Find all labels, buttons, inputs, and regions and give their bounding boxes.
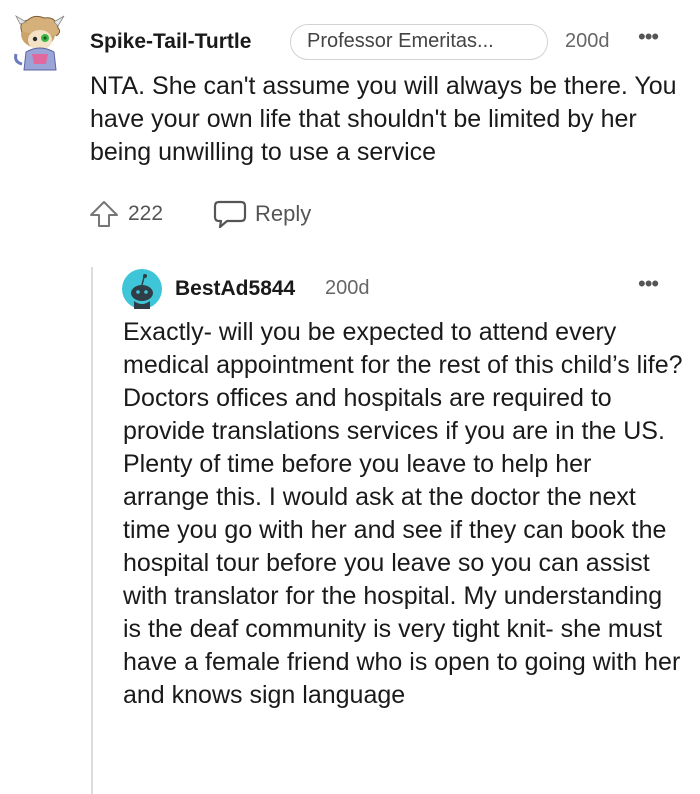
reply-button[interactable]: Reply — [213, 199, 311, 229]
more-options-icon[interactable]: ••• — [638, 24, 659, 50]
thread-line[interactable] — [91, 267, 93, 794]
comment-body: Exactly- will you be expected to attend … — [123, 318, 683, 709]
more-options-icon[interactable]: ••• — [638, 271, 659, 297]
vote-count: 222 — [128, 202, 164, 225]
user-avatar[interactable] — [122, 269, 162, 309]
comment-age: 200d — [565, 30, 610, 52]
turtle-character-icon — [14, 14, 65, 71]
user-avatar[interactable] — [14, 14, 66, 72]
upvote-arrow-icon[interactable] — [88, 198, 120, 230]
reply-label: Reply — [255, 201, 312, 226]
speech-bubble-icon — [213, 200, 247, 229]
comment-actions: 222 Reply — [88, 197, 311, 231]
username[interactable]: BestAd5844 — [175, 277, 295, 301]
comment-body: NTA. She can't assume you will always be… — [90, 72, 677, 166]
username[interactable]: Spike-Tail-Turtle — [90, 30, 251, 54]
snoo-avatar-icon — [122, 269, 162, 309]
comment-age: 200d — [325, 277, 370, 299]
user-flair: Professor Emeritas... — [290, 24, 548, 60]
